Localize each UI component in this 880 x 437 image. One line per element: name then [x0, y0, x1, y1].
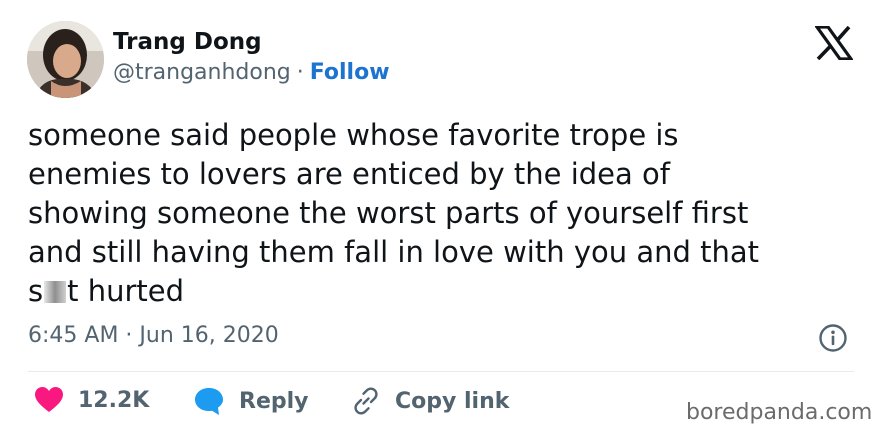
reply-label: Reply [239, 388, 309, 414]
author-meta: @tranganhdong · Follow [113, 60, 390, 85]
censored-word-blur [44, 281, 67, 303]
tweet-text: someone said people whose favorite trope… [28, 116, 868, 311]
link-icon [354, 387, 378, 415]
info-icon[interactable] [818, 323, 848, 353]
reply-button[interactable]: Reply [193, 386, 309, 416]
author-name[interactable]: Trang Dong [113, 29, 262, 55]
copy-link-button[interactable]: Copy link [351, 386, 509, 416]
handle-separator: · [296, 60, 304, 85]
like-button[interactable]: 12.2K [34, 386, 149, 414]
avatar-photo [27, 21, 104, 98]
tweet-text-end: t hurted [67, 274, 185, 308]
follow-button[interactable]: Follow [310, 60, 390, 85]
watermark: boredpanda.com [686, 400, 873, 425]
avatar[interactable] [27, 21, 104, 98]
copy-link-label: Copy link [395, 388, 510, 414]
like-count: 12.2K [78, 387, 150, 413]
tweet-card: Trang Dong @tranganhdong · Follow someone … [0, 0, 880, 437]
heart-icon [35, 387, 63, 412]
speech-bubble-icon [195, 388, 223, 415]
x-logo-icon[interactable] [815, 26, 853, 60]
tweet-timestamp[interactable]: 6:45 AM · Jun 16, 2020 [28, 323, 279, 348]
author-handle[interactable]: @tranganhdong [113, 60, 291, 85]
divider [28, 371, 854, 372]
